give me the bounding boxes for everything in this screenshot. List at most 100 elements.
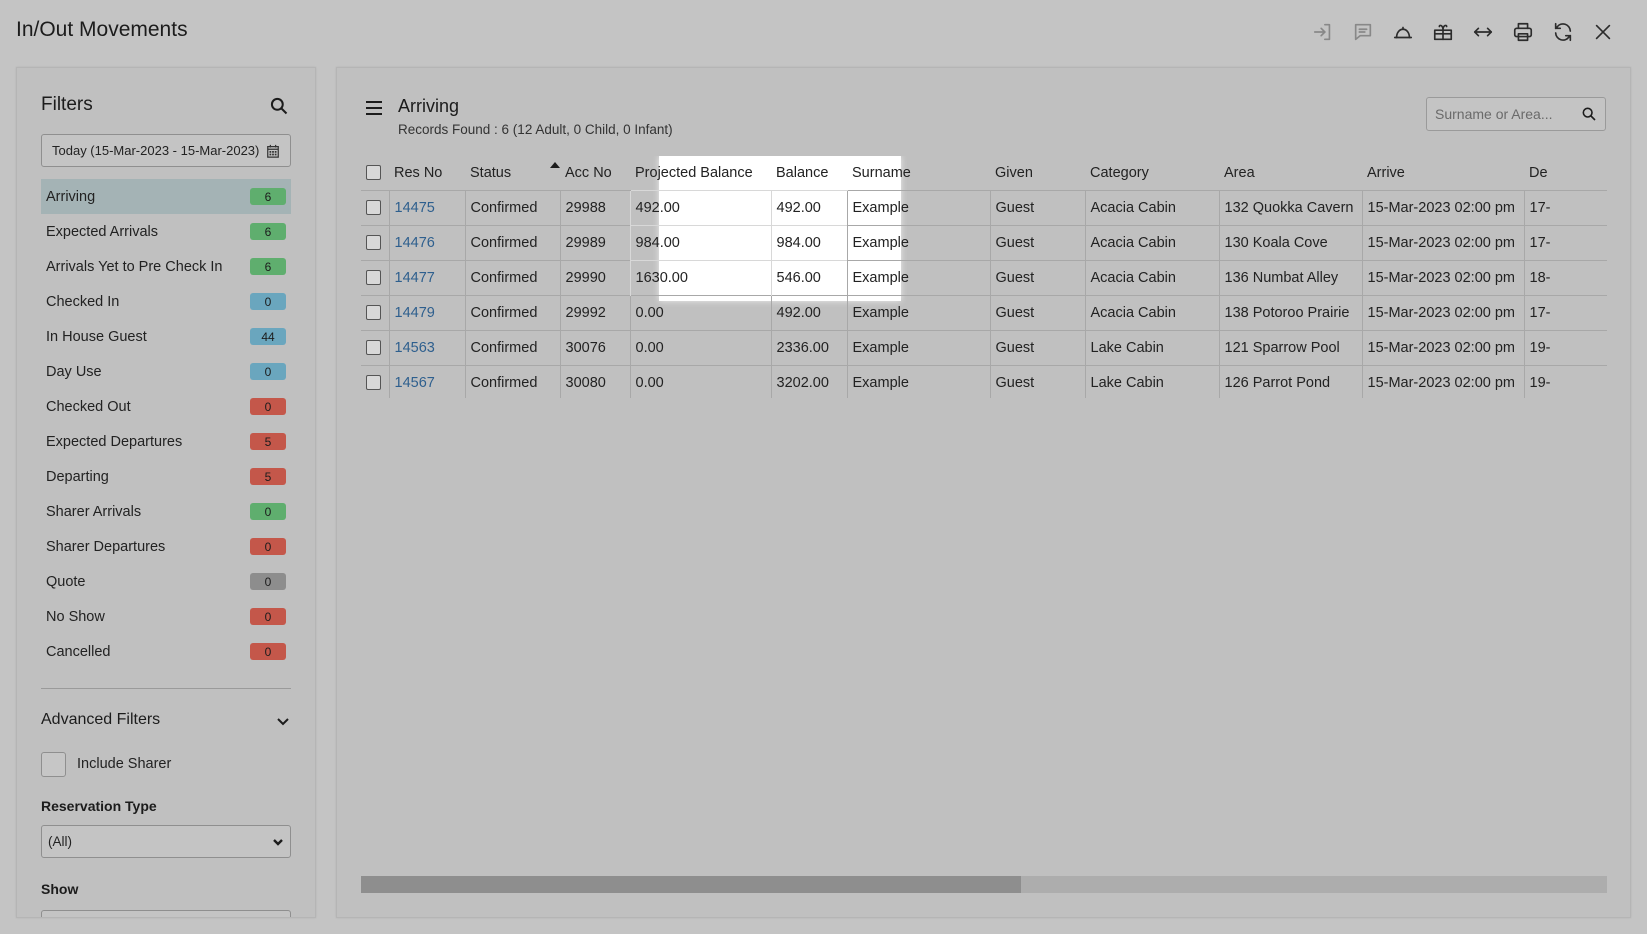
- row-checkbox[interactable]: [366, 305, 381, 321]
- reservation-link[interactable]: 14477: [395, 270, 435, 286]
- column-header-given[interactable]: Given: [990, 156, 1085, 190]
- filter-item-quote[interactable]: Quote 0: [41, 564, 291, 599]
- include-sharer-label: Include Sharer: [77, 756, 172, 772]
- comment-icon[interactable]: [1343, 18, 1383, 46]
- filter-item-sharer-departures[interactable]: Sharer Departures 0: [41, 529, 291, 564]
- reservation-link[interactable]: 14479: [395, 305, 435, 321]
- filter-item-checked-in[interactable]: Checked In 0: [41, 284, 291, 319]
- filter-item-checked-out[interactable]: Checked Out 0: [41, 389, 291, 424]
- row-select-cell: [361, 364, 389, 398]
- table-cell-acc-no: 30076: [559, 329, 630, 365]
- count-badge: 0: [250, 503, 286, 520]
- filters-panel: Filters Today (15-Mar-2023 - 15-Mar-2023…: [16, 67, 316, 918]
- row-checkbox[interactable]: [366, 235, 381, 251]
- table-row[interactable]: 14567 Confirmed 30080 0.00 3202.00 Example Gue…: [361, 364, 1607, 398]
- reservation-link[interactable]: 14476: [395, 235, 435, 251]
- table-cell-arrive: 15-Mar-2023 02:00 pm: [1361, 294, 1524, 330]
- search-icon[interactable]: [1581, 106, 1597, 122]
- show-select[interactable]: [41, 910, 291, 917]
- horizontal-scrollbar[interactable]: [361, 876, 1607, 893]
- table-cell-acc-no: 29989: [559, 224, 630, 260]
- sign-in-icon[interactable]: [1303, 18, 1343, 46]
- row-checkbox[interactable]: [366, 340, 381, 356]
- table-cell-surname: Example: [846, 224, 990, 260]
- table-row[interactable]: 14563 Confirmed 30076 0.00 2336.00 Example Gue…: [361, 329, 1607, 365]
- row-checkbox[interactable]: [366, 200, 381, 216]
- column-header-surname[interactable]: Surname: [847, 156, 990, 190]
- column-header-category[interactable]: Category: [1085, 156, 1219, 190]
- arrivals-gift-icon[interactable]: [1423, 18, 1463, 46]
- filter-item-label: Checked Out: [46, 398, 131, 415]
- table-cell-area: 121 Sparrow Pool: [1218, 329, 1362, 365]
- close-icon[interactable]: [1583, 18, 1623, 46]
- table-cell-projected-balance: 0.00: [629, 329, 771, 365]
- table-cell-area: 126 Parrot Pond: [1218, 364, 1362, 398]
- filter-item-cancelled[interactable]: Cancelled 0: [41, 634, 291, 669]
- refresh-icon[interactable]: [1543, 18, 1583, 46]
- filter-item-day-use[interactable]: Day Use 0: [41, 354, 291, 389]
- scrollbar-thumb[interactable]: [361, 876, 1022, 893]
- filter-item-arriving[interactable]: Arriving 6: [41, 179, 291, 214]
- print-icon[interactable]: [1503, 18, 1543, 46]
- advanced-filters-title: Advanced Filters: [41, 711, 161, 728]
- filter-item-expected-departures[interactable]: Expected Departures 5: [41, 424, 291, 459]
- reservation-link[interactable]: 14563: [395, 340, 435, 356]
- table-row[interactable]: 14477 Confirmed 29990 1630.00 546.00 Example G…: [361, 259, 1607, 295]
- filters-title: Filters: [41, 94, 93, 115]
- table-cell-projected-balance: 984.00: [629, 224, 771, 260]
- row-select-cell: [361, 329, 389, 365]
- include-sharer-checkbox[interactable]: [41, 752, 66, 777]
- row-checkbox[interactable]: [366, 375, 381, 391]
- filter-item-expected-arrivals[interactable]: Expected Arrivals 6: [41, 214, 291, 249]
- results-table: Res No Status Acc No Projected Balance Balan…: [361, 156, 1607, 398]
- column-header-projected-balance[interactable]: Projected Balance: [630, 156, 771, 190]
- sort-ascending-icon[interactable]: [550, 162, 560, 168]
- filter-item-sharer-arrivals[interactable]: Sharer Arrivals 0: [41, 494, 291, 529]
- column-header-balance[interactable]: Balance: [771, 156, 847, 190]
- filter-item-in-house-guest[interactable]: In House Guest 44: [41, 319, 291, 354]
- chevron-down-icon: [273, 838, 283, 846]
- column-header-label: Category: [1090, 164, 1149, 181]
- date-range-field[interactable]: Today (15-Mar-2023 - 15-Mar-2023): [41, 134, 291, 167]
- count-badge: 5: [250, 433, 286, 450]
- search-input[interactable]: [1435, 106, 1565, 122]
- column-header-area[interactable]: Area: [1219, 156, 1362, 190]
- column-header-acc-no[interactable]: Acc No: [560, 156, 630, 190]
- row-select-cell: [361, 189, 389, 225]
- search-icon[interactable]: [269, 96, 291, 118]
- count-badge: 0: [250, 363, 286, 380]
- table-cell-status: Confirmed: [464, 329, 560, 365]
- reservation-link[interactable]: 14475: [395, 200, 435, 216]
- row-select-cell: [361, 259, 389, 295]
- table-cell-area: 136 Numbat Alley: [1218, 259, 1362, 295]
- bell-icon[interactable]: [1383, 18, 1423, 46]
- table-row[interactable]: 14476 Confirmed 29989 984.00 984.00 Example Gu…: [361, 224, 1607, 260]
- column-header-status[interactable]: Status: [465, 156, 560, 190]
- table-cell-status: Confirmed: [464, 224, 560, 260]
- top-bar: In/Out Movements: [0, 0, 1647, 64]
- table-cell-projected-balance: 0.00: [629, 364, 771, 398]
- chevron-down-icon[interactable]: [275, 713, 291, 729]
- filter-item-no-show[interactable]: No Show 0: [41, 599, 291, 634]
- reservation-type-select[interactable]: (All): [41, 825, 291, 858]
- filter-list: Arriving 6 Expected Arrivals 6 Arrivals Yet …: [41, 179, 291, 669]
- hamburger-menu-icon[interactable]: [365, 100, 383, 116]
- filter-item-departing[interactable]: Departing 5: [41, 459, 291, 494]
- search-field[interactable]: [1426, 97, 1606, 131]
- table-row[interactable]: 14479 Confirmed 29992 0.00 492.00 Example Gues…: [361, 294, 1607, 330]
- filter-item-arrivals-yet-to-pre-check-in[interactable]: Arrivals Yet to Pre Check In 6: [41, 249, 291, 284]
- table-row[interactable]: 14475 Confirmed 29988 492.00 492.00 Example Gu…: [361, 189, 1607, 225]
- column-header-arrive[interactable]: Arrive: [1362, 156, 1524, 190]
- row-checkbox[interactable]: [366, 270, 381, 286]
- column-header-res-no[interactable]: Res No: [389, 156, 465, 190]
- count-badge: 0: [250, 573, 286, 590]
- column-header-label: Area: [1224, 164, 1255, 181]
- table-cell-acc-no: 29992: [559, 294, 630, 330]
- table-cell-de: 17-: [1523, 294, 1607, 330]
- table-cell-area: 132 Quokka Cavern: [1218, 189, 1362, 225]
- select-all-checkbox[interactable]: [366, 165, 381, 181]
- table-cell-de: 19-: [1523, 329, 1607, 365]
- column-header-de[interactable]: De: [1524, 156, 1607, 190]
- arrows-horizontal-icon[interactable]: [1463, 18, 1503, 46]
- reservation-link[interactable]: 14567: [395, 375, 435, 391]
